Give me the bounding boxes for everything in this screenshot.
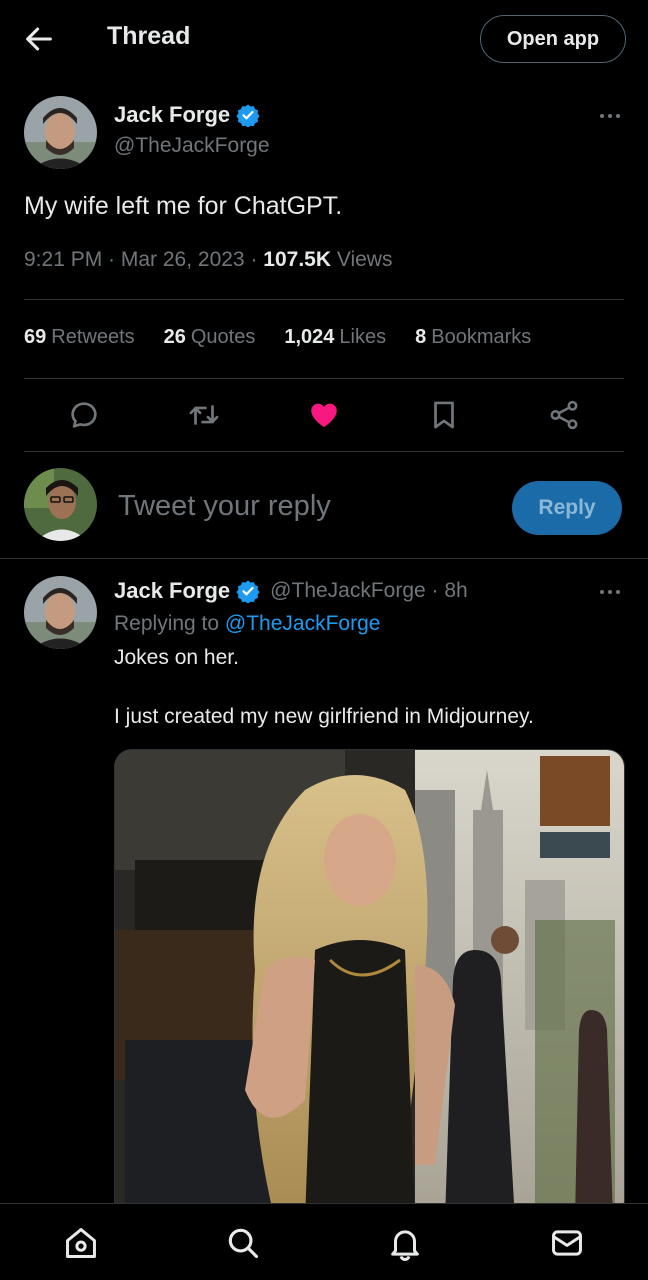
replying-to-link[interactable]: @TheJackForge	[225, 612, 381, 635]
bookmark-icon[interactable]	[427, 398, 461, 432]
divider	[24, 451, 624, 452]
tweet-text-line: I just created my new girlfriend in Midj…	[114, 705, 534, 728]
tweet-timestamp[interactable]: 9:21 PM · Mar 26, 2023 ·	[24, 248, 263, 271]
more-options-icon[interactable]	[596, 106, 624, 126]
avatar[interactable]	[24, 96, 97, 169]
author-handle[interactable]: @TheJackForge · 8h	[270, 579, 468, 603]
arrow-left-icon[interactable]	[22, 22, 56, 56]
tweet-text: My wife left me for ChatGPT.	[24, 192, 343, 220]
author-handle[interactable]: @TheJackForge	[114, 134, 270, 158]
retweets-stat[interactable]: 69 Retweets	[24, 326, 135, 349]
divider	[24, 299, 624, 300]
author-name[interactable]: Jack Forge	[114, 102, 230, 128]
quotes-stat[interactable]: 26 Quotes	[164, 326, 256, 349]
tweet-stats: 69 Retweets 26 Quotes 1,024 Likes 8 Bookmark…	[24, 326, 531, 349]
user-avatar	[24, 468, 97, 541]
home-icon[interactable]	[62, 1224, 100, 1262]
retweet-icon[interactable]	[187, 398, 221, 432]
top-bar: Thread Open app	[0, 0, 648, 78]
avatar[interactable]	[24, 576, 97, 649]
verified-badge-icon	[236, 104, 260, 127]
share-icon[interactable]	[547, 398, 581, 432]
open-app-button[interactable]: Open app	[480, 15, 626, 63]
tweet-actions	[0, 390, 648, 440]
bookmarks-stat[interactable]: 8 Bookmarks	[415, 326, 531, 349]
more-options-icon[interactable]	[596, 582, 624, 602]
views-label: Views	[331, 248, 393, 271]
author-name[interactable]: Jack Forge	[114, 578, 230, 604]
views-count: 107.5K	[263, 248, 331, 271]
reply-icon[interactable]	[67, 398, 101, 432]
messages-icon[interactable]	[548, 1224, 586, 1262]
heart-filled-icon[interactable]	[307, 398, 341, 432]
bottom-nav	[0, 1203, 648, 1280]
divider	[0, 558, 648, 559]
reply-input[interactable]: Tweet your reply	[118, 490, 331, 523]
tweet-meta: 9:21 PM · Mar 26, 2023 · 107.5K Views	[24, 248, 392, 272]
verified-badge-icon	[236, 580, 260, 603]
replying-to: Replying to @TheJackForge	[114, 612, 381, 635]
likes-stat[interactable]: 1,024 Likes	[284, 326, 386, 349]
tweet-text-line: Jokes on her.	[114, 646, 239, 669]
page-title: Thread	[107, 22, 191, 50]
divider	[24, 378, 624, 379]
notifications-icon[interactable]	[386, 1224, 424, 1262]
tweet-media-image[interactable]	[114, 749, 625, 1219]
reply-button[interactable]: Reply	[512, 481, 622, 535]
search-icon[interactable]	[224, 1224, 262, 1262]
